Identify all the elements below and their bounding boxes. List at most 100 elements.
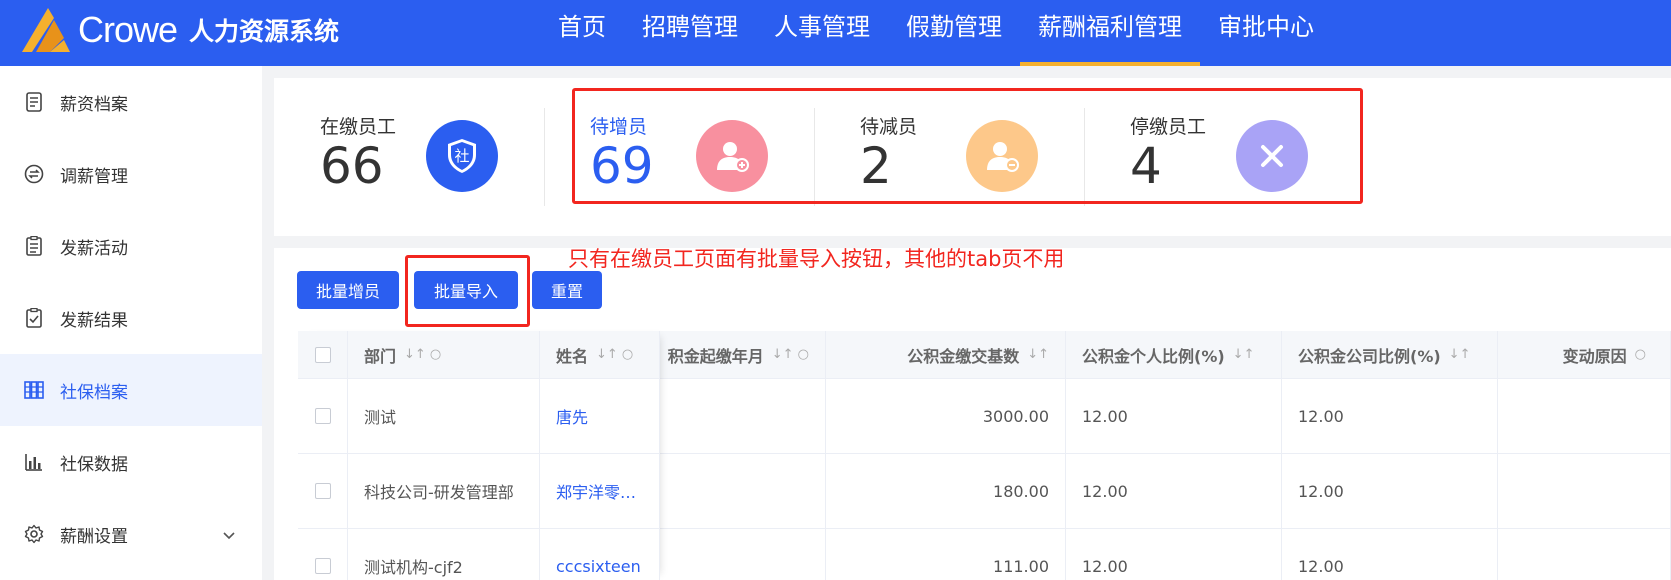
sidebar-item-payroll-result[interactable]: 发薪结果: [0, 282, 262, 354]
divider: [814, 108, 815, 206]
sidebar-item-social-security-data[interactable]: 社保数据: [0, 426, 262, 498]
cell-personal-ratio: 12.00: [1066, 454, 1282, 528]
cell-personal-ratio: 12.00: [1066, 529, 1282, 580]
sort-icon[interactable]: ↓↑: [1233, 347, 1255, 362]
nav-home[interactable]: 首页: [540, 0, 624, 66]
sidebar-item-label: 发薪活动: [60, 238, 128, 259]
sidebar-item-payroll-activity[interactable]: 发薪活动: [0, 210, 262, 282]
shield-icon: 社: [426, 120, 498, 192]
divider: [1084, 108, 1085, 206]
cell-company-ratio: 12.00: [1282, 379, 1498, 453]
columns-icon: [24, 380, 44, 400]
cell-start-month: [660, 529, 826, 580]
sort-search-icon[interactable]: ↓↑ ○: [596, 347, 633, 362]
stat-value: 69: [590, 137, 654, 195]
system-name: 人力资源系统: [189, 17, 340, 46]
row-select[interactable]: [298, 529, 348, 580]
bar-chart-icon: [24, 452, 44, 472]
gear-icon: [24, 524, 44, 544]
top-header: Crowe 人力资源系统 首页 招聘管理 人事管理 假勤管理 薪酬福利管理 审批…: [0, 0, 1671, 66]
column-header-personal-ratio[interactable]: 公积金个人比例(%) ↓↑: [1066, 331, 1282, 378]
nav-approval[interactable]: 审批中心: [1200, 0, 1332, 66]
checkbox[interactable]: [315, 558, 331, 574]
sort-icon[interactable]: ↓↑: [1449, 347, 1471, 362]
table-row[interactable]: 科技公司-研发管理部 郑宇洋零… 180.00 12.00 12.00: [298, 454, 1671, 529]
nav-recruitment[interactable]: 招聘管理: [624, 0, 756, 66]
row-select[interactable]: [298, 379, 348, 453]
sort-search-icon[interactable]: ↓↑ ○: [772, 347, 809, 362]
employee-link[interactable]: 郑宇洋零…: [556, 479, 636, 503]
exchange-icon: [24, 164, 44, 184]
stat-pending-add[interactable]: 待增员 69: [590, 78, 790, 236]
divider: [544, 108, 545, 206]
sidebar-item-label: 发薪结果: [60, 310, 128, 331]
cell-dept: 科技公司-研发管理部: [348, 454, 540, 528]
stat-stopped-employees[interactable]: 停缴员工 4: [1130, 78, 1330, 236]
cell-dept: 测试机构-cjf2: [348, 529, 540, 580]
annotation-note: 只有在缴员工页面有批量导入按钮，其他的tab页不用: [568, 247, 1065, 271]
column-header-dept[interactable]: 部门 ↓↑ ○: [348, 331, 540, 378]
search-icon[interactable]: ○: [1635, 347, 1646, 362]
main-nav: 首页 招聘管理 人事管理 假勤管理 薪酬福利管理 审批中心: [540, 0, 1332, 66]
user-minus-icon: [966, 120, 1038, 192]
sort-icon[interactable]: ↓↑: [1027, 347, 1049, 362]
clipboard-icon: [24, 236, 44, 256]
batch-import-button[interactable]: 批量导入: [414, 271, 518, 309]
nav-compensation[interactable]: 薪酬福利管理: [1020, 0, 1200, 66]
stat-value: 4: [1130, 137, 1162, 195]
sidebar-item-salary-file[interactable]: 薪资档案: [0, 66, 262, 138]
cell-name[interactable]: cccsixteen: [540, 529, 660, 580]
sidebar-item-compensation-settings[interactable]: 薪酬设置: [0, 498, 262, 570]
cell-company-ratio: 12.00: [1282, 529, 1498, 580]
checkbox[interactable]: [315, 408, 331, 424]
sidebar-item-salary-adjust[interactable]: 调薪管理: [0, 138, 262, 210]
column-header-base[interactable]: 公积金缴交基数 ↓↑: [826, 331, 1066, 378]
table-row[interactable]: 测试机构-cjf2 cccsixteen 111.00 12.00 12.00: [298, 529, 1671, 580]
nav-personnel[interactable]: 人事管理: [756, 0, 888, 66]
table-row[interactable]: 测试 唐先 3000.00 12.00 12.00: [298, 379, 1671, 454]
cell-change-reason: [1498, 454, 1671, 528]
file-icon: [24, 92, 44, 112]
nav-attendance[interactable]: 假勤管理: [888, 0, 1020, 66]
cell-personal-ratio: 12.00: [1066, 379, 1282, 453]
cell-change-reason: [1498, 379, 1671, 453]
cell-change-reason: [1498, 529, 1671, 580]
cell-base: 111.00: [826, 529, 1066, 580]
cell-base: 180.00: [826, 454, 1066, 528]
cell-name[interactable]: 唐先: [540, 379, 660, 453]
logo[interactable]: Crowe 人力资源系统: [20, 6, 339, 54]
cell-start-month: [660, 454, 826, 528]
stat-pending-reduce[interactable]: 待减员 2: [860, 78, 1060, 236]
chevron-down-icon[interactable]: [222, 526, 236, 546]
reset-button[interactable]: 重置: [532, 271, 602, 309]
employee-link[interactable]: cccsixteen: [556, 557, 641, 576]
table-header: 部门 ↓↑ ○ 姓名 ↓↑ ○ 积金起缴年月 ↓↑ ○ 公积金缴交基数 ↓↑ 公积金个人…: [298, 331, 1671, 379]
column-header-change-reason[interactable]: 变动原因 ○: [1498, 331, 1671, 378]
sidebar-item-social-security-file[interactable]: 社保档案: [0, 354, 262, 426]
cell-name[interactable]: 郑宇洋零…: [540, 454, 660, 528]
sort-search-icon[interactable]: ↓↑ ○: [404, 347, 441, 362]
checkbox[interactable]: [315, 346, 331, 363]
row-select[interactable]: [298, 454, 348, 528]
sidebar-item-label: 薪酬设置: [60, 526, 128, 547]
column-header-company-ratio[interactable]: 公积金公司比例(%) ↓↑: [1282, 331, 1498, 378]
stat-label: 待增员: [590, 116, 648, 138]
social-security-table: 部门 ↓↑ ○ 姓名 ↓↑ ○ 积金起缴年月 ↓↑ ○ 公积金缴交基数 ↓↑ 公积金个人…: [298, 331, 1671, 580]
batch-add-button[interactable]: 批量增员: [297, 271, 399, 309]
column-header-start-month[interactable]: 积金起缴年月 ↓↑ ○: [660, 331, 826, 378]
shield-icon-text: 社: [454, 147, 469, 165]
stat-label: 停缴员工: [1130, 116, 1207, 138]
stat-label: 待减员: [860, 116, 918, 138]
cell-company-ratio: 12.00: [1282, 454, 1498, 528]
employee-link[interactable]: 唐先: [556, 404, 588, 428]
column-header-name[interactable]: 姓名 ↓↑ ○: [540, 331, 660, 378]
checkbox[interactable]: [315, 483, 331, 499]
header-select-all[interactable]: [298, 331, 348, 378]
cell-dept: 测试: [348, 379, 540, 453]
close-icon: [1236, 120, 1308, 192]
cell-base: 3000.00: [826, 379, 1066, 453]
sidebar-item-label: 调薪管理: [60, 166, 128, 187]
stat-label: 在缴员工: [320, 116, 397, 138]
stat-active-employees[interactable]: 在缴员工 66 社: [320, 78, 520, 236]
stat-value: 2: [860, 137, 892, 195]
